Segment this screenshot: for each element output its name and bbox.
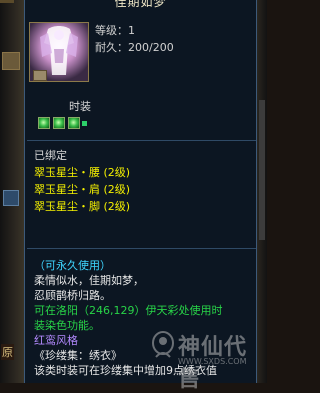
gem-socket-icon bbox=[53, 117, 65, 129]
set-piece-item: 翠玉星尘・脚 (2级) bbox=[34, 200, 131, 213]
side-label: 原 bbox=[1, 344, 14, 360]
inventory-slot-icon[interactable] bbox=[3, 190, 19, 206]
inventory-slot-icon[interactable] bbox=[2, 52, 20, 70]
flavor-text: 忍顾鹊桥归路。 bbox=[34, 289, 111, 302]
watermark-url: WWW.SXDS.COM bbox=[178, 357, 247, 366]
item-category: 时装 bbox=[69, 100, 91, 113]
set-piece-item: 翠玉星尘・腰 (2级) bbox=[34, 166, 131, 179]
item-name: 佳期如梦 bbox=[114, 0, 167, 9]
gem-socket-icon bbox=[68, 117, 80, 129]
item-durability: 耐久：200/200 bbox=[95, 41, 174, 54]
set-piece-item: 翠玉星尘・肩 (2级) bbox=[34, 183, 131, 196]
binding-status: 已绑定 bbox=[34, 149, 67, 162]
watermark: 神仙代售 WWW.SXDS.COM bbox=[150, 325, 260, 392]
flavor-text: 柔情似水，佳期如梦， bbox=[34, 274, 144, 287]
gem-socket-icon bbox=[38, 117, 50, 129]
divider bbox=[27, 248, 256, 249]
divider bbox=[27, 140, 256, 141]
watermark-logo-icon bbox=[152, 331, 174, 358]
item-stats: 等级：1 耐久：200/200 bbox=[95, 22, 174, 56]
gem-link-icon bbox=[82, 121, 87, 126]
scrollbar[interactable] bbox=[259, 100, 265, 240]
equipment-type-icon bbox=[33, 70, 47, 81]
item-level: 等级：1 bbox=[95, 24, 135, 37]
permanent-note: （可永久使用） bbox=[34, 259, 111, 272]
set-piece-list: 翠玉星尘・腰 (2级) 翠玉星尘・肩 (2级) 翠玉星尘・脚 (2级) bbox=[34, 164, 130, 215]
gem-slots bbox=[38, 117, 87, 131]
item-portrait bbox=[29, 22, 89, 82]
side-frame-notch bbox=[0, 0, 14, 3]
left-side-panel: 原 bbox=[0, 0, 24, 383]
dye-info: 可在洛阳（246,129）伊天彩处使用时 bbox=[34, 304, 223, 317]
